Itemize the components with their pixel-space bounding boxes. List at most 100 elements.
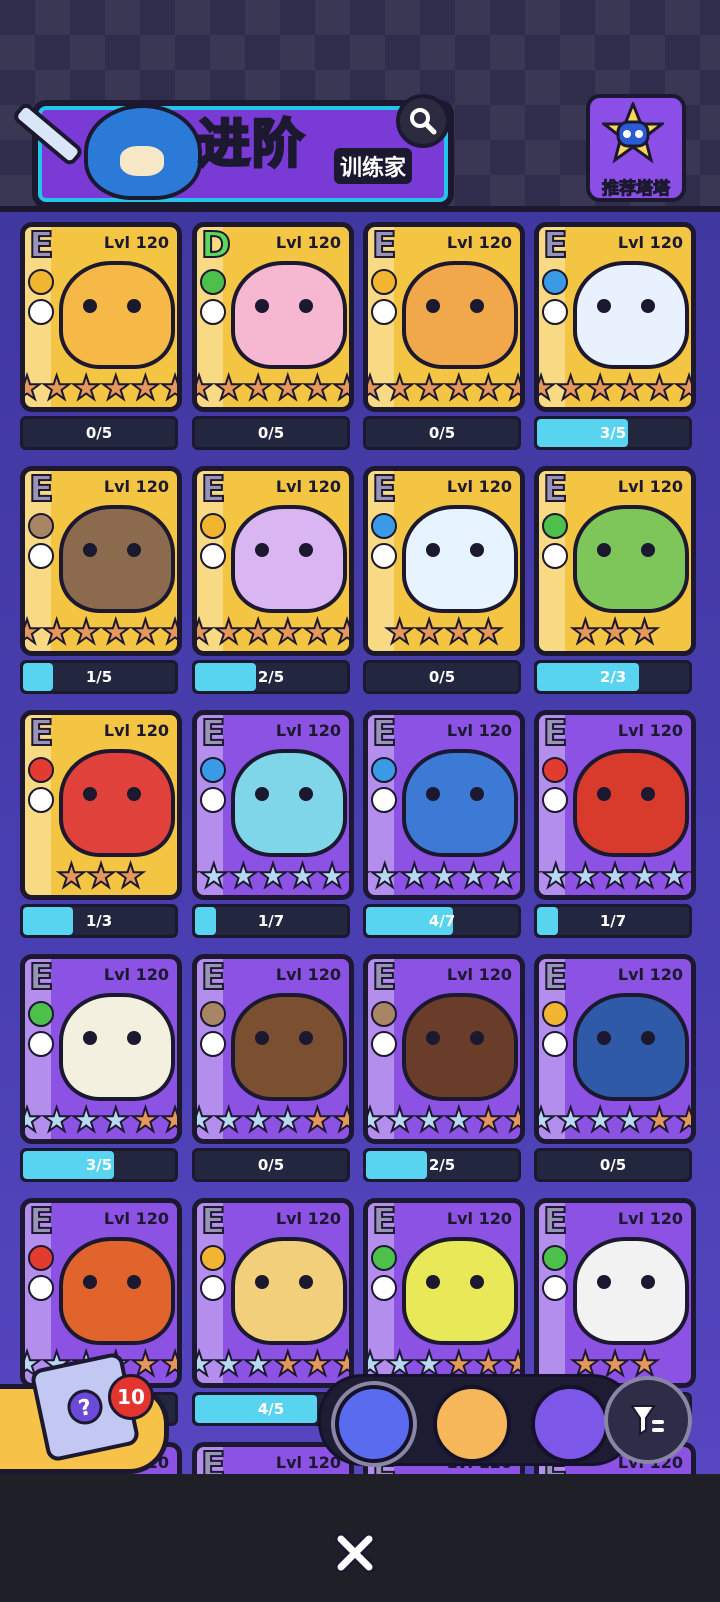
nav-tata-button[interactable]: [335, 1385, 413, 1463]
trainer-card[interactable]: E Lvl 120 ★★★★★★★: [363, 710, 525, 900]
bronze-star-icon: ★: [130, 1100, 162, 1139]
level-label: Lvl 120: [446, 233, 512, 252]
leaf-icon: [371, 1245, 397, 1271]
star-rating: ★★★★★★: [368, 368, 520, 407]
filter-button[interactable]: [604, 1376, 692, 1464]
rank-letter: E: [200, 713, 227, 755]
bronze-star-icon: ★: [272, 368, 304, 407]
rank-letter: E: [371, 957, 398, 999]
bronze-star-icon: ★: [302, 1344, 334, 1383]
silver-star-icon: ★: [384, 1100, 416, 1139]
water-icon: [371, 513, 397, 539]
water-icon: [200, 757, 226, 783]
level-label: Lvl 120: [275, 1453, 341, 1472]
trainer-card[interactable]: ELvl 120★★★★★★: [192, 466, 354, 656]
trainer-card[interactable]: ELvl 120★★★★★★: [534, 222, 696, 412]
bronze-star-icon: ★: [272, 1344, 304, 1383]
creature-portrait: [231, 1237, 347, 1345]
silver-star-icon: ★: [570, 856, 602, 895]
silver-star-icon: ★: [599, 856, 631, 895]
level-label: Lvl 120: [446, 1209, 512, 1228]
bronze-star-icon: ★: [384, 368, 416, 407]
trainer-card[interactable]: E Lvl 120 ★ ★ ★ ★: [363, 466, 525, 656]
progress-text: 1/7: [599, 912, 627, 930]
progress-text: 3/5: [85, 1156, 113, 1174]
silver-star-icon: ★: [228, 856, 260, 895]
trainer-card[interactable]: E Lvl 120 ★ ★ ★: [534, 1198, 696, 1388]
trainer-card[interactable]: ELvl 120★★★★★★: [20, 466, 182, 656]
progress-text: 0/5: [85, 424, 113, 442]
page-banner: 进阶 训练家: [10, 94, 454, 208]
bronze-star-icon: ★: [302, 368, 334, 407]
progress-bar: 2/5: [363, 1148, 521, 1182]
creature-portrait: [402, 749, 518, 857]
trainer-card[interactable]: ELvl 120★★★★★★: [363, 1198, 525, 1388]
silver-star-icon: ★: [614, 1100, 646, 1139]
tata-robot-icon: [602, 102, 664, 164]
plus-icon: [371, 787, 397, 813]
bronze-star-icon: ★: [413, 368, 445, 407]
bronze-star-icon: ★: [100, 368, 132, 407]
fire-icon: [28, 1245, 54, 1271]
lightning-icon: [200, 513, 226, 539]
recommend-tata-button[interactable]: 推荐塔塔: [586, 94, 686, 202]
trainer-card[interactable]: ELvl 120★★★★★★: [192, 1198, 354, 1388]
progress-bar: 0/5: [20, 416, 178, 450]
progress-text: 2/5: [428, 1156, 456, 1174]
bronze-star-icon: ★: [502, 370, 520, 406]
creature-portrait: [59, 505, 175, 613]
silver-star-icon: ★: [629, 856, 661, 895]
close-button[interactable]: [330, 1528, 380, 1578]
trainer-card[interactable]: ELvl 120★★★★★★: [363, 954, 525, 1144]
trainer-card[interactable]: ELvl 120★★★★★★: [534, 954, 696, 1144]
question-icon: ?: [67, 1389, 103, 1425]
close-icon: [335, 1533, 375, 1573]
silver-star-icon: ★: [197, 1346, 215, 1382]
star-rating: ★★★★★★: [197, 614, 349, 650]
gourd-icon: [28, 299, 54, 325]
progress-bar: 1/3: [20, 904, 178, 938]
trainer-card[interactable]: ELvl 120★★★★★★: [20, 954, 182, 1144]
bronze-star-icon: ★: [159, 614, 177, 650]
rock-icon: [200, 1001, 226, 1027]
run-icon: [542, 543, 568, 569]
star-rating: ★★★★★★: [197, 1344, 349, 1383]
progress-text: 0/5: [257, 424, 285, 442]
trainer-card[interactable]: E Lvl 120 ★★★★★★★: [192, 710, 354, 900]
creature-portrait: [573, 749, 689, 857]
bronze-star-icon: ★: [213, 368, 245, 407]
star-rating: ★★★★★★: [539, 1100, 691, 1139]
trainer-card[interactable]: ELvl 120★★★★★★: [20, 222, 182, 412]
progress-bar: 3/5: [534, 416, 692, 450]
trainer-card[interactable]: ELvl 120★★★★★★: [363, 222, 525, 412]
trainer-card[interactable]: ELvl 120★★★★★★: [192, 954, 354, 1144]
bronze-star-icon: ★: [85, 856, 117, 895]
star-rating: ★★★★★★★: [539, 856, 691, 895]
progress-bar: 2/5: [192, 660, 350, 694]
silver-star-icon: ★: [487, 856, 519, 895]
trainer-card[interactable]: E Lvl 120 ★ ★ ★: [20, 710, 182, 900]
star-rating: ★★★★★★: [197, 1102, 349, 1138]
bronze-star-icon: ★: [159, 370, 177, 406]
progress-bar: 1/7: [534, 904, 692, 938]
level-label: Lvl 120: [446, 477, 512, 496]
run-icon: [542, 1031, 568, 1057]
silver-star-icon: ★: [413, 1100, 445, 1139]
bronze-star-icon: ★: [473, 368, 505, 407]
trainer-card[interactable]: E Lvl 120 ★★★★★★★: [534, 710, 696, 900]
nav-cat-star-button[interactable]: [531, 1385, 609, 1463]
bronze-star-icon: ★: [644, 368, 676, 407]
silver-star-icon: ★: [213, 1344, 245, 1383]
bronze-star-icon: ★: [570, 612, 602, 651]
silver-star-icon: ★: [369, 856, 401, 895]
rock-icon: [371, 1001, 397, 1027]
search-button[interactable]: [396, 94, 450, 148]
bronze-star-icon: ★: [584, 368, 616, 407]
nav-pet-button[interactable]: [433, 1385, 511, 1463]
page-subtitle: 训练家: [334, 148, 413, 184]
silver-star-icon: ★: [257, 856, 289, 895]
trainer-card[interactable]: E Lvl 120 ★ ★ ★: [534, 466, 696, 656]
trainer-card[interactable]: DLvl 120★★★★★★: [192, 222, 354, 412]
search-icon: [410, 108, 437, 135]
silver-star-icon: ★: [197, 1102, 215, 1138]
